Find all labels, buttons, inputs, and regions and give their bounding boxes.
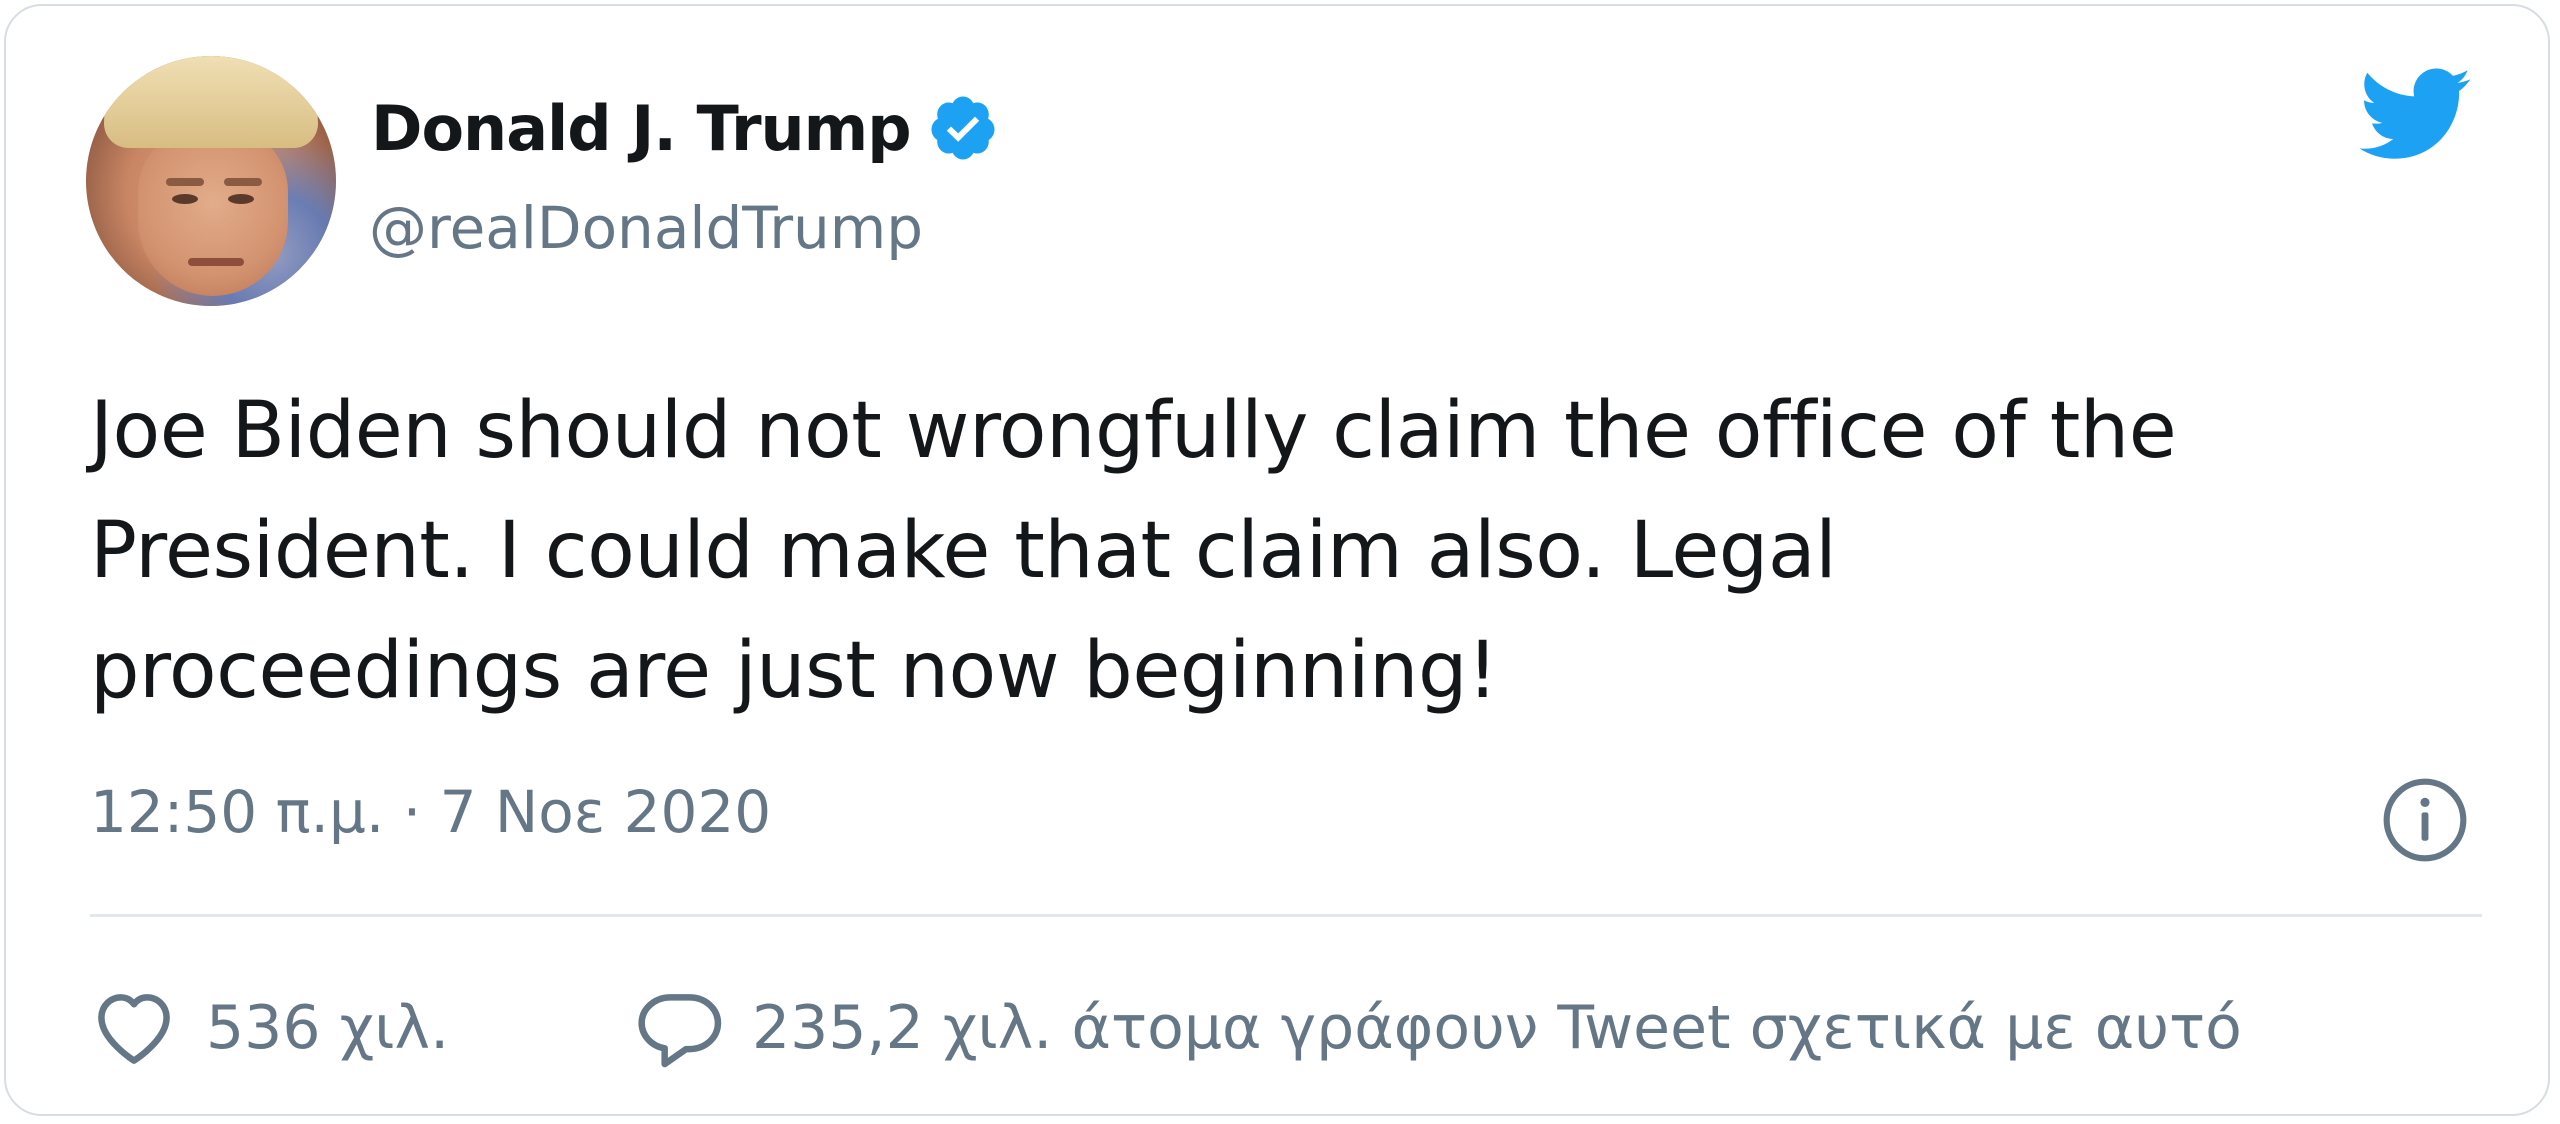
author-avatar[interactable]: [86, 56, 336, 306]
avatar-eye-left: [172, 194, 198, 204]
divider: [90, 914, 2482, 917]
avatar-face: [138, 126, 288, 296]
avatar-hair: [104, 56, 318, 148]
author-name[interactable]: Donald J. Trump: [371, 92, 912, 165]
verified-badge-icon: [931, 96, 995, 160]
info-icon[interactable]: [2379, 774, 2471, 866]
author-handle[interactable]: @realDonaldTrump: [369, 194, 923, 262]
avatar-eye-right: [228, 194, 254, 204]
like-button[interactable]: 536 χιλ.: [88, 978, 449, 1078]
avatar-mouth: [188, 258, 244, 266]
like-count: 536 χιλ.: [206, 993, 450, 1063]
author-name-row: Donald J. Trump: [371, 88, 999, 168]
speech-bubble-icon: [638, 994, 722, 1068]
twitter-bird-icon[interactable]: [2359, 68, 2473, 162]
reply-summary: 235,2 χιλ. άτομα γράφουν Tweet σχετικά μ…: [752, 993, 2242, 1063]
avatar-brow-right: [224, 178, 262, 186]
avatar-brow-left: [166, 178, 204, 186]
tweet-card: Donald J. Trump @realDonaldTrump Joe Bid…: [4, 4, 2550, 1116]
heart-icon: [98, 994, 170, 1064]
reply-button[interactable]: 235,2 χιλ. άτομα γράφουν Tweet σχετικά μ…: [634, 978, 2242, 1078]
tweet-timestamp[interactable]: 12:50 π.μ. · 7 Νοε 2020: [90, 778, 771, 846]
tweet-text: Joe Biden should not wrongfully claim th…: [90, 386, 2177, 716]
